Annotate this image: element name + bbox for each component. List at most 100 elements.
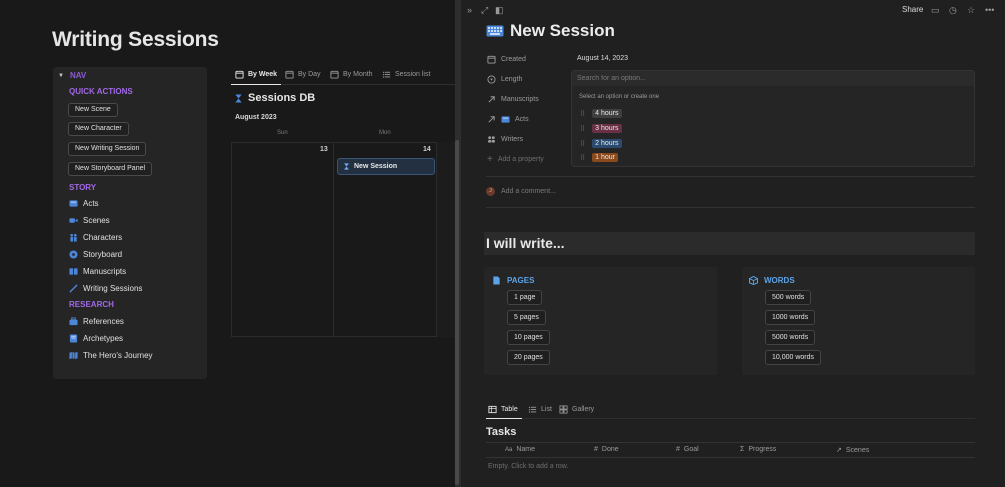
words-panel-title: WORDS — [749, 276, 795, 285]
new-scene-button[interactable]: New Scene — [68, 103, 118, 117]
nav-link-references[interactable]: References — [69, 317, 124, 326]
5-pages-button[interactable]: 5 pages — [507, 310, 546, 325]
drag-handle-icon[interactable]: ⠿ — [580, 125, 585, 133]
pages-panel-title: PAGES — [492, 276, 534, 285]
option-1-hour[interactable]: ⠿ 1 hour — [580, 153, 618, 162]
peek-page-title[interactable]: New Session — [486, 21, 615, 41]
more-icon[interactable]: ••• — [985, 5, 994, 15]
column-done[interactable]: # Done — [594, 446, 619, 453]
option-2-hours[interactable]: ⠿ 2 hours — [580, 139, 622, 148]
nav-link-scenes[interactable]: Scenes — [69, 216, 110, 225]
divider — [486, 457, 975, 458]
5000-words-button[interactable]: 5000 words — [765, 330, 816, 345]
column-label: Scenes — [845, 446, 870, 454]
tab-label: Table — [501, 406, 518, 413]
clock-icon[interactable]: ◷ — [949, 5, 957, 16]
divider — [486, 207, 975, 208]
nav-toggle[interactable]: ▼ NAV — [58, 71, 86, 80]
acts-icon — [69, 200, 78, 207]
property-manuscripts[interactable]: Manuscripts — [487, 95, 539, 104]
nav-link-label: Archetypes — [83, 334, 124, 343]
tab-by-month[interactable]: By Month — [330, 70, 373, 79]
nav-link-archetypes[interactable]: Archetypes — [69, 334, 123, 343]
new-writing-session-button[interactable]: New Writing Session — [68, 142, 147, 156]
calendar-icon — [330, 70, 339, 79]
option-search-input[interactable] — [572, 71, 974, 86]
tab-gallery[interactable]: Gallery — [559, 405, 594, 414]
tab-by-day[interactable]: By Day — [285, 70, 321, 79]
star-icon[interactable]: ☆ — [967, 5, 975, 16]
1-page-button[interactable]: 1 page — [507, 290, 543, 305]
1000-words-button[interactable]: 1000 words — [765, 310, 816, 325]
nav-link-manuscripts[interactable]: Manuscripts — [69, 267, 126, 276]
day-number-14: 14 — [423, 146, 431, 153]
nav-link-label: References — [83, 317, 124, 326]
property-acts[interactable]: Acts — [487, 115, 529, 124]
nav-link-characters[interactable]: Characters — [69, 233, 122, 242]
gallery-icon — [559, 405, 568, 414]
add-property-button[interactable]: + Add a property — [487, 154, 544, 165]
option-tag: 3 hours — [592, 124, 622, 133]
nav-link-writing-sessions[interactable]: Writing Sessions — [69, 284, 142, 293]
drag-handle-icon[interactable]: ⠿ — [580, 154, 585, 162]
hourglass-icon — [344, 163, 349, 170]
nav-link-label: Characters — [83, 233, 123, 242]
toggle-triangle-icon[interactable]: ▼ — [58, 73, 64, 79]
option-3-hours[interactable]: ⠿ 3 hours — [580, 124, 622, 133]
10000-words-button[interactable]: 10,000 words — [765, 350, 822, 365]
close-peek-icon[interactable]: » — [467, 5, 472, 15]
tab-label: List — [541, 406, 552, 413]
option-tag: 4 hours — [592, 109, 622, 118]
column-label: Name — [516, 446, 536, 453]
column-label: Done — [601, 446, 619, 453]
scrollbar[interactable] — [455, 140, 459, 485]
column-goal[interactable]: # Goal — [676, 446, 699, 453]
weekday-label-sun: Sun — [277, 130, 288, 136]
share-button[interactable]: Share — [902, 5, 923, 14]
empty-table-row[interactable]: Empty. Click to add a row. — [488, 463, 568, 470]
database-title[interactable]: Sessions DB — [234, 92, 315, 104]
20-pages-button[interactable]: 20 pages — [507, 350, 550, 365]
hourglass-icon — [235, 93, 242, 103]
500-words-button[interactable]: 500 words — [765, 290, 812, 305]
column-label: Progress — [748, 446, 777, 453]
tab-table[interactable]: Table — [488, 405, 518, 414]
calendar-event-card[interactable]: New Session — [337, 158, 435, 175]
nav-link-storyboard[interactable]: Storyboard — [69, 250, 122, 259]
new-storyboard-panel-button[interactable]: New Storyboard Panel — [68, 162, 153, 176]
formula-type-icon: Σ — [740, 446, 745, 453]
column-progress[interactable]: Σ Progress — [740, 446, 776, 453]
calendar-icon — [235, 70, 244, 79]
tab-by-week[interactable]: By Week — [235, 70, 277, 79]
add-comment-field[interactable]: J Add a comment... — [486, 187, 556, 196]
day-number-13: 13 — [320, 146, 328, 153]
plus-icon: + — [487, 154, 493, 165]
property-label: Acts — [515, 116, 529, 123]
created-value: August 14, 2023 — [577, 55, 628, 62]
peek-mode-icon[interactable]: ◧ — [495, 5, 504, 16]
column-name[interactable]: Aa Name — [505, 446, 535, 453]
people-icon — [488, 136, 495, 143]
drag-handle-icon[interactable]: ⠿ — [580, 110, 585, 118]
property-writers[interactable]: Writers — [487, 135, 523, 144]
tab-list[interactable]: List — [528, 405, 552, 414]
nav-link-heros-journey[interactable]: The Hero's Journey — [69, 351, 153, 360]
drag-handle-icon[interactable]: ⠿ — [580, 140, 585, 148]
tabs-divider — [486, 418, 975, 419]
tab-label: Session list — [395, 71, 431, 78]
comment-icon[interactable]: ▭ — [931, 5, 940, 16]
document-icon — [493, 276, 500, 285]
new-character-button[interactable]: New Character — [68, 122, 129, 136]
tab-label: By Month — [343, 71, 373, 78]
expand-icon[interactable]: ⤢ — [481, 5, 488, 16]
linked-database-title[interactable]: Tasks — [486, 426, 516, 438]
property-created[interactable]: Created — [487, 55, 526, 64]
property-length[interactable]: Length — [487, 75, 522, 84]
nav-link-acts[interactable]: Acts — [69, 199, 99, 208]
acts-icon — [501, 116, 510, 123]
10-pages-button[interactable]: 10 pages — [507, 330, 550, 345]
column-label: Goal — [683, 446, 699, 453]
option-4-hours[interactable]: ⠿ 4 hours — [580, 109, 622, 118]
column-scenes[interactable]: ↗ Scenes — [836, 446, 870, 455]
tab-session-list[interactable]: Session list — [382, 70, 430, 79]
